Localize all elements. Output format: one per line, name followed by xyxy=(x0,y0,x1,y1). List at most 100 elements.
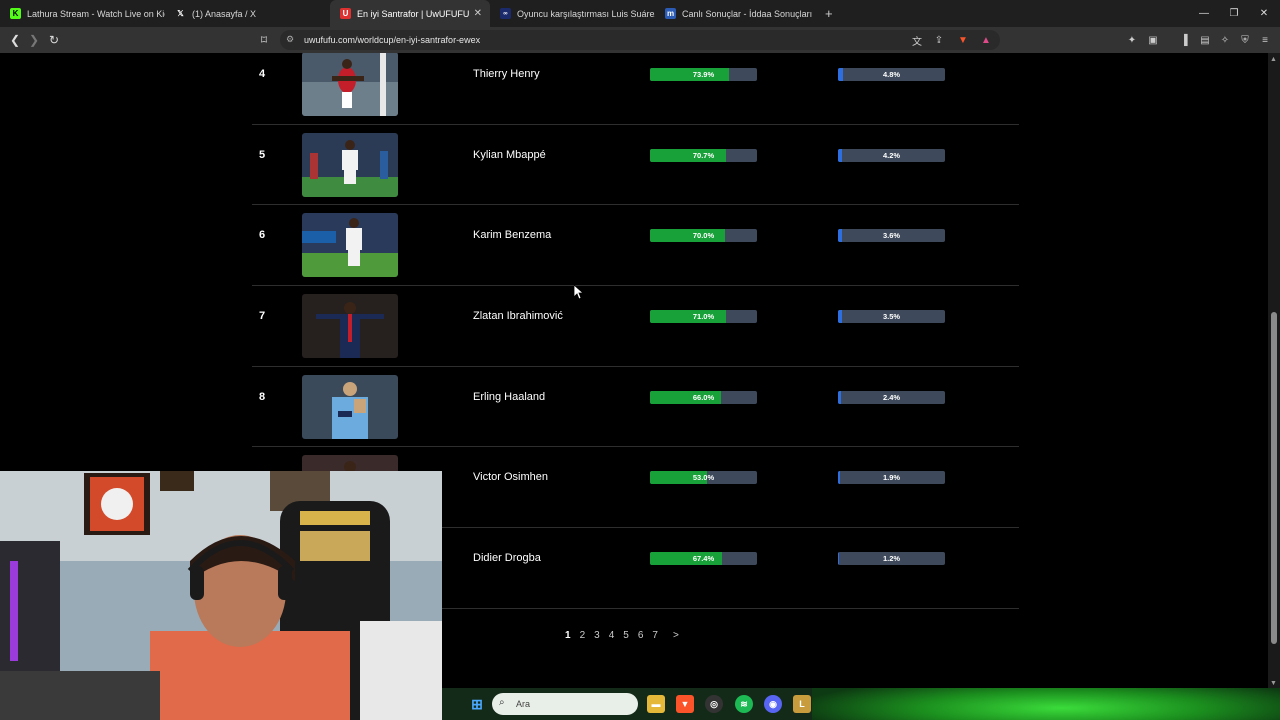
site-icon: ∞ xyxy=(500,8,511,19)
new-tab-button[interactable]: + xyxy=(815,0,843,27)
win-rate-label: 70.7% xyxy=(692,150,715,160)
translate-icon[interactable]: 文 xyxy=(910,33,924,48)
table-row: 5 Kylian Mbappé 70.7% 4.2% xyxy=(252,125,1019,206)
win-rate-bar: 66.0% xyxy=(650,390,757,404)
search-icon: ⌕ xyxy=(499,697,505,708)
address-bar[interactable]: ⚙ uwufufu.com/worldcup/en-iyi-santrafor-… xyxy=(280,30,1000,50)
page-link-5[interactable]: 5 xyxy=(623,630,629,641)
share-icon[interactable]: ⇪ xyxy=(932,33,946,47)
minimize-button[interactable]: — xyxy=(1188,0,1220,27)
rank-number: 5 xyxy=(259,148,266,161)
page-link-7[interactable]: 7 xyxy=(652,630,658,641)
championship-rate-label: 4.8% xyxy=(882,70,901,79)
wallet-icon[interactable]: ▤ xyxy=(1198,33,1212,47)
championship-rate-bar: 1.9% xyxy=(838,471,945,485)
player-name: Erling Haaland xyxy=(473,390,546,403)
table-row: 7 Zlatan Ibrahimović 71.0% 3.5% xyxy=(252,286,1019,367)
scrollbar-thumb[interactable] xyxy=(1271,312,1277,644)
championship-rate-label: 1.9% xyxy=(882,473,901,483)
win-rate-bar: 73.9% xyxy=(650,68,757,81)
championship-rate-bar: 4.8% xyxy=(838,68,945,81)
file-explorer-icon[interactable]: ▬ xyxy=(647,695,665,713)
championship-rate-label: 3.6% xyxy=(882,231,901,241)
pagination: 1 2 3 4 5 6 7 > xyxy=(565,628,688,642)
page-link-2[interactable]: 2 xyxy=(580,630,586,641)
tab-label: En iyi Santrafor | UwUFUFU xyxy=(357,8,470,19)
page-link-3[interactable]: 3 xyxy=(594,630,600,641)
windows-start-icon[interactable]: ⊞ xyxy=(468,695,486,713)
tab-kick[interactable]: K Lathura Stream - Watch Live on Kick xyxy=(0,0,165,27)
win-rate-label: 70.0% xyxy=(692,231,715,241)
webcam-overlay xyxy=(0,471,442,720)
player-photo xyxy=(302,374,398,439)
championship-rate-bar: 4.2% xyxy=(838,148,945,162)
reload-icon[interactable]: ↻ xyxy=(45,31,63,49)
player-photo xyxy=(302,53,398,116)
win-rate-bar: 70.0% xyxy=(650,229,757,243)
championship-rate-label: 3.5% xyxy=(882,312,901,322)
championship-rate-bar: 3.6% xyxy=(838,229,945,243)
player-photo xyxy=(302,132,398,197)
tab-label: Lathura Stream - Watch Live on Kick xyxy=(27,8,165,19)
scroll-up-icon[interactable]: ▲ xyxy=(1270,56,1277,63)
media-icon[interactable]: ▣ xyxy=(1146,33,1160,47)
player-name: Kylian Mbappé xyxy=(473,148,546,161)
forward-icon[interactable]: ❯ xyxy=(25,31,43,49)
brave-shields-icon[interactable]: ▼ xyxy=(956,33,970,47)
sidebar-icon[interactable]: ▐ xyxy=(1177,33,1191,47)
mouse-cursor-icon xyxy=(574,285,584,299)
wallpaper-glow xyxy=(812,688,1280,720)
windows-taskbar: ⊞ ⌕ Ara ▬ ▼ ◎ ≋ ◉ L xyxy=(442,688,1280,720)
page-link-4[interactable]: 4 xyxy=(609,630,615,641)
player-name: Karim Benzema xyxy=(473,229,552,242)
tab-label: (1) Anasayfa / X xyxy=(192,8,257,19)
win-rate-label: 71.0% xyxy=(692,312,715,322)
tab-mackolik[interactable]: m Canlı Sonuçlar - İddaa Sonuçları | Ma xyxy=(655,0,815,27)
player-name: Thierry Henry xyxy=(473,68,540,80)
extensions-icon[interactable]: ✦ xyxy=(1125,33,1139,47)
championship-rate-label: 4.2% xyxy=(882,150,901,160)
close-tab-icon[interactable]: ✕ xyxy=(474,8,482,19)
browser-tab-bar: K Lathura Stream - Watch Live on Kick 𝕏 … xyxy=(0,0,1280,27)
tab-label: Oyuncu karşılaştırması Luis Suárez / xyxy=(517,8,655,19)
leo-ai-icon[interactable]: ✧ xyxy=(1218,33,1232,47)
page-link-1[interactable]: 1 xyxy=(565,630,571,641)
scroll-down-icon[interactable]: ▼ xyxy=(1270,680,1277,687)
tab-player-comparison[interactable]: ∞ Oyuncu karşılaştırması Luis Suárez / xyxy=(490,0,655,27)
championship-rate-bar: 3.5% xyxy=(838,310,945,324)
url-text: uwufufu.com/worldcup/en-iyi-santrafor-ew… xyxy=(304,35,481,45)
discord-icon[interactable]: ◉ xyxy=(764,695,782,713)
player-name: Didier Drogba xyxy=(473,552,541,565)
player-photo xyxy=(302,294,398,359)
championship-rate-label: 1.2% xyxy=(882,554,901,564)
vpn-icon[interactable]: ⛨ xyxy=(1238,33,1252,47)
win-rate-label: 67.4% xyxy=(692,554,715,564)
rank-number: 4 xyxy=(259,68,266,80)
next-page-button[interactable]: > xyxy=(673,630,679,641)
menu-icon[interactable]: ≡ xyxy=(1258,33,1272,47)
close-window-button[interactable]: ✕ xyxy=(1248,0,1280,27)
brave-browser-icon[interactable]: ▼ xyxy=(676,695,694,713)
rank-number: 6 xyxy=(259,229,266,242)
win-rate-bar: 67.4% xyxy=(650,552,757,566)
bookmark-icon[interactable]: ⌑ xyxy=(255,31,273,49)
win-rate-label: 73.9% xyxy=(692,70,715,79)
restore-button[interactable]: ❐ xyxy=(1218,0,1250,27)
taskbar-search[interactable]: ⌕ Ara xyxy=(492,693,638,715)
league-of-legends-icon[interactable]: L xyxy=(793,695,811,713)
player-name: Zlatan Ibrahimović xyxy=(473,310,563,323)
tab-x[interactable]: 𝕏 (1) Anasayfa / X xyxy=(165,0,330,27)
site-info-icon[interactable]: ⚙ xyxy=(286,34,294,45)
uwufufu-icon: U xyxy=(340,8,351,19)
player-photo xyxy=(302,213,398,278)
page-link-6[interactable]: 6 xyxy=(638,630,644,641)
tab-uwufufu[interactable]: U En iyi Santrafor | UwUFUFU ✕ xyxy=(330,0,490,27)
spotify-icon[interactable]: ≋ xyxy=(735,695,753,713)
x-icon: 𝕏 xyxy=(175,8,186,19)
brave-rewards-icon[interactable]: ▲ xyxy=(979,33,993,47)
app-icon[interactable]: ◎ xyxy=(705,695,723,713)
table-row: 8 Erling Haaland 66.0% 2.4% xyxy=(252,367,1019,448)
back-icon[interactable]: ❮ xyxy=(6,31,24,49)
rank-number: 8 xyxy=(259,390,266,403)
win-rate-label: 53.0% xyxy=(692,473,715,483)
